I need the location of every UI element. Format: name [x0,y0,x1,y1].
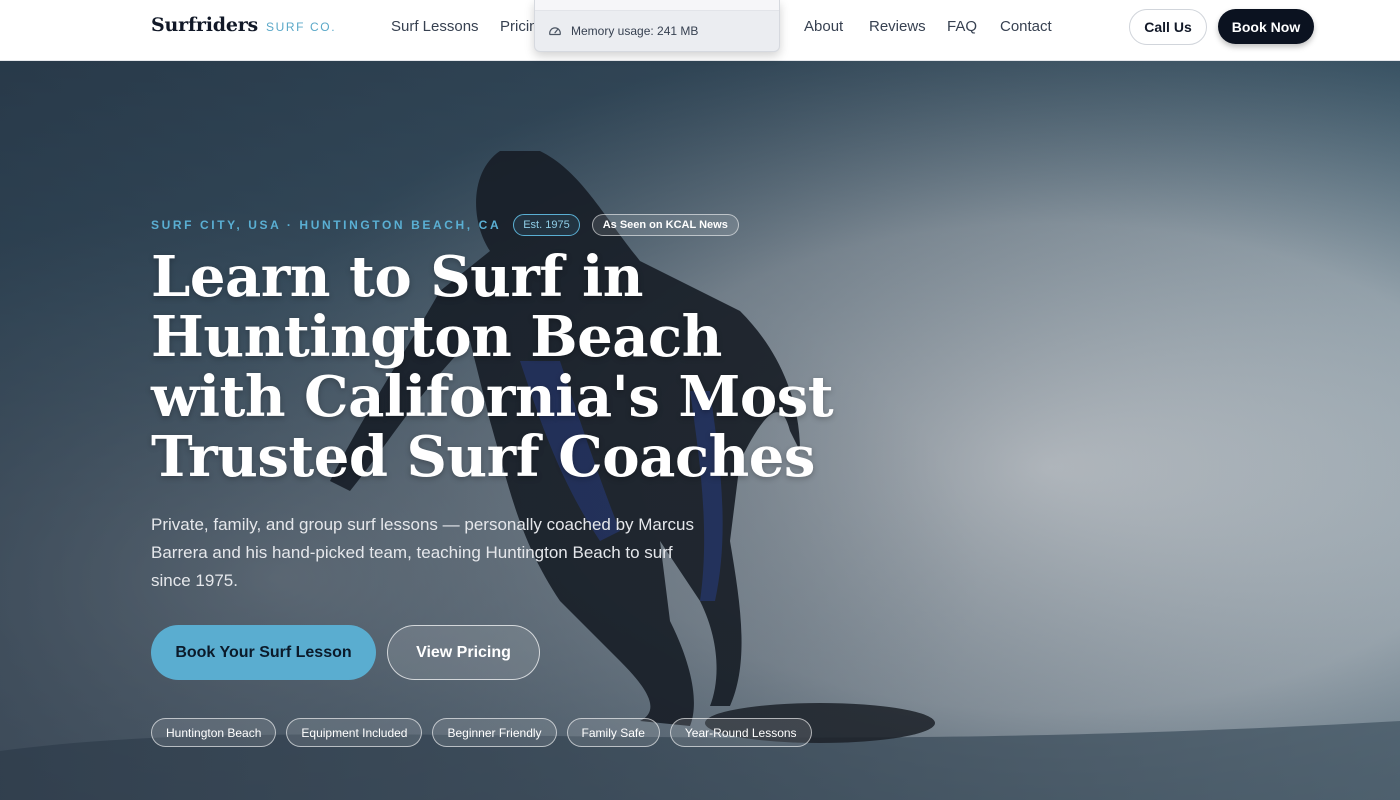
tag-family-safe: Family Safe [566,718,660,747]
hero-headline: Learn to Surf in Huntington Beach with C… [151,244,834,490]
tag-huntington-beach: Huntington Beach [151,718,277,747]
book-now-button[interactable]: Book Now [1218,9,1314,44]
tag-equipment-included: Equipment Included [286,718,423,747]
popup-top-strip [535,0,779,11]
book-surf-lesson-button[interactable]: Book Your Surf Lesson [151,625,376,680]
nav-link-reviews[interactable]: Reviews [869,18,926,35]
tag-beginner-friendly: Beginner Friendly [432,718,557,747]
press-badge: As Seen on KCAL News [591,214,739,236]
hero-section: SURF CITY, USA · HUNTINGTON BEACH, CA Es… [0,61,1400,800]
nav-link-surf-lessons[interactable]: Surf Lessons [391,18,479,35]
hero-eyebrow: SURF CITY, USA · HUNTINGTON BEACH, CA Es… [151,214,739,236]
nav-link-about[interactable]: About [804,18,843,35]
brand-logo[interactable]: Surfriders SURF CO. [151,14,336,36]
est-badge: Est. 1975 [513,214,580,236]
nav-link-faq[interactable]: FAQ [947,18,977,35]
brand-tagline: SURF CO. [266,20,337,34]
memory-usage-popup: Memory usage: 241 MB [534,0,780,52]
feature-tags: Huntington Beach Equipment Included Begi… [151,718,822,747]
view-pricing-button[interactable]: View Pricing [387,625,540,680]
hero-subtext: Private, family, and group surf lessons … [151,515,694,590]
brand-name: Surfriders [151,14,259,36]
call-us-button[interactable]: Call Us [1129,9,1207,45]
nav-link-contact[interactable]: Contact [1000,18,1052,35]
tag-year-round-lessons: Year-Round Lessons [669,718,812,747]
gauge-icon [549,27,561,36]
nav-link-pricing[interactable]: Pricin [500,18,538,35]
memory-usage-row: Memory usage: 241 MB [548,24,698,38]
memory-usage-text: Memory usage: 241 MB [571,24,699,38]
hero-location-label: SURF CITY, USA · HUNTINGTON BEACH, CA [151,218,502,232]
